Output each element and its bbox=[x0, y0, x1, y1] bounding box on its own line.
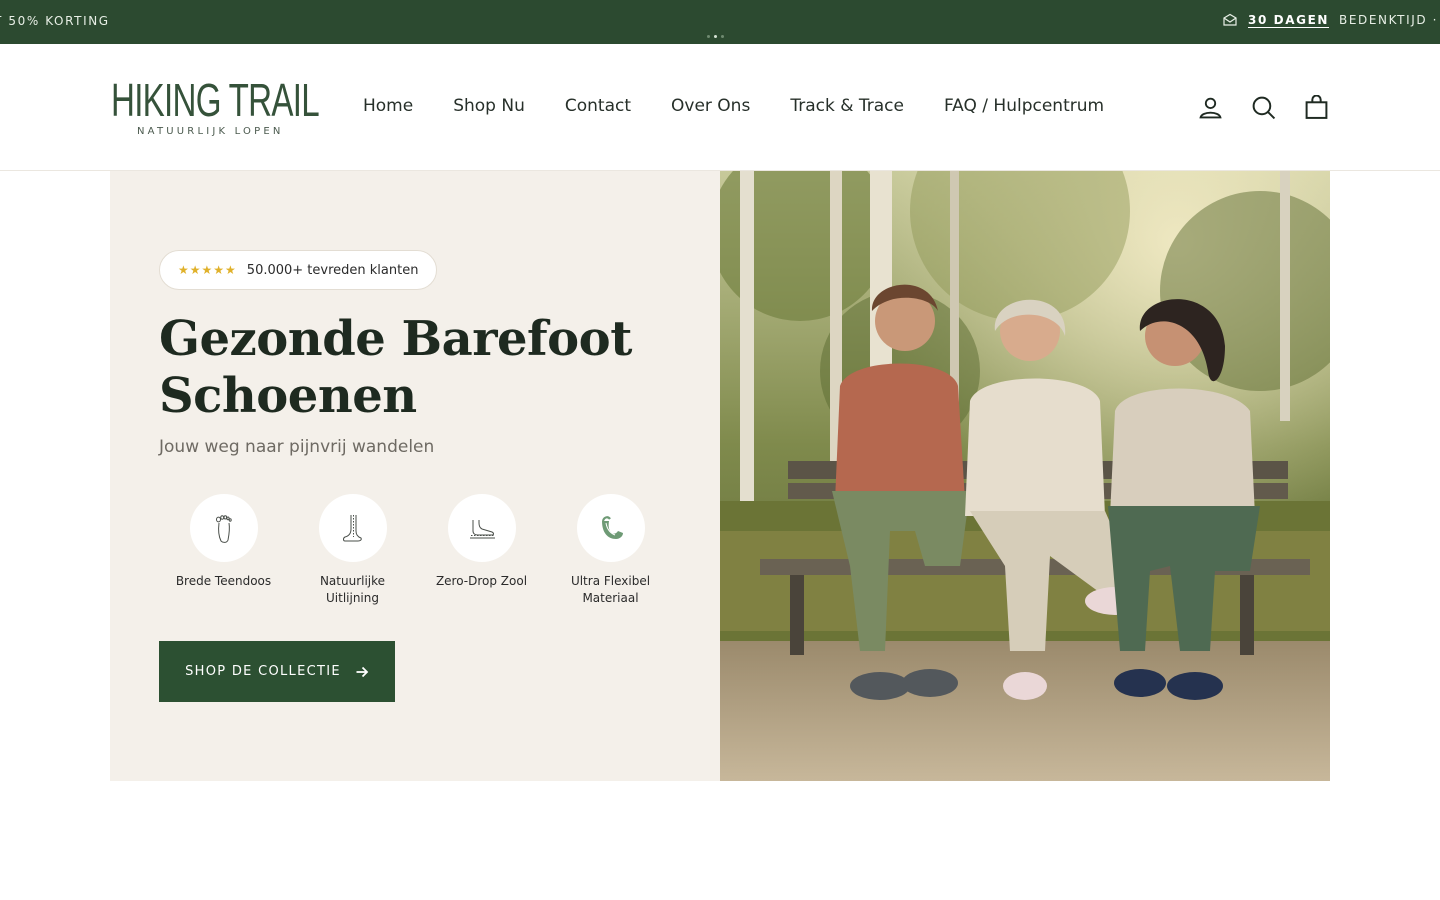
header-icons bbox=[1198, 95, 1329, 120]
feature-label: Brede Teendoos bbox=[175, 574, 272, 588]
announcement-dot-active[interactable] bbox=[714, 35, 717, 38]
review-count-text: 50.000+ tevreden klanten bbox=[246, 262, 419, 278]
hero-image bbox=[720, 171, 1330, 781]
feature-label: Ultra Flexibel Materiaal bbox=[570, 574, 651, 605]
feature-item: Zero-Drop Zool bbox=[417, 494, 546, 607]
site-header: HIKING TRAIL NATUURLIJK LOPEN Home Shop … bbox=[0, 44, 1440, 171]
nav-shop-nu[interactable]: Shop Nu bbox=[453, 96, 525, 116]
announcement-right: 30 DAGEN BEDENKTIJD · M bbox=[1222, 12, 1440, 28]
flexible-material-icon bbox=[601, 516, 623, 539]
nav-contact[interactable]: Contact bbox=[565, 96, 631, 116]
cta-label: SHOP DE COLLECTIE bbox=[185, 664, 341, 679]
announcement-dot[interactable] bbox=[707, 35, 710, 38]
nav-over-ons[interactable]: Over Ons bbox=[671, 96, 750, 116]
announcement-pagination bbox=[707, 35, 724, 38]
search-icon[interactable] bbox=[1251, 95, 1276, 120]
feature-icon-circle bbox=[318, 494, 387, 562]
logo-tagline: NATUURLIJK LOPEN bbox=[137, 126, 284, 137]
feature-item: Brede Teendoos bbox=[159, 494, 288, 607]
feature-icon-circle bbox=[576, 494, 645, 562]
shop-collection-button[interactable]: SHOP DE COLLECTIE bbox=[159, 641, 395, 702]
logo-wordmark: HIKING TRAIL bbox=[111, 74, 320, 126]
announcement-bar: T 50% KORTING 30 DAGEN BEDENKTIJD · M bbox=[0, 0, 1440, 44]
feature-item: Ultra Flexibel Materiaal bbox=[546, 494, 675, 607]
feature-label: Zero-Drop Zool bbox=[435, 574, 528, 588]
wide-toebox-icon bbox=[215, 515, 232, 543]
review-badge: ★★★★★ 50.000+ tevreden klanten bbox=[159, 250, 438, 290]
feature-icon-circle bbox=[189, 494, 258, 562]
nav-home[interactable]: Home bbox=[363, 96, 413, 116]
hero-title: Gezonde Barefoot Schoenen bbox=[159, 311, 632, 424]
feature-item: Natuurlijke Uitlijning bbox=[288, 494, 417, 607]
account-icon[interactable] bbox=[1198, 95, 1223, 120]
announcement-highlight-link[interactable]: 30 DAGEN bbox=[1248, 13, 1329, 27]
feature-icon-circle bbox=[447, 494, 516, 562]
nav-track-trace[interactable]: Track & Trace bbox=[790, 96, 904, 116]
hero-text-panel: ★★★★★ 50.000+ tevreden klanten Gezonde B… bbox=[110, 171, 720, 781]
arrow-right-icon bbox=[356, 666, 369, 677]
hero-photo bbox=[720, 171, 1330, 781]
site-logo[interactable]: HIKING TRAIL NATUURLIJK LOPEN bbox=[111, 74, 320, 140]
announcement-right-text: BEDENKTIJD · M bbox=[1339, 13, 1440, 27]
announcement-left-text: T 50% KORTING bbox=[0, 14, 110, 28]
announcement-dot[interactable] bbox=[721, 35, 724, 38]
hero-subtitle: Jouw weg naar pijnvrij wandelen bbox=[159, 437, 435, 457]
cart-icon[interactable] bbox=[1304, 95, 1329, 120]
nav-faq[interactable]: FAQ / Hulpcentrum bbox=[944, 96, 1104, 116]
main-nav: Home Shop Nu Contact Over Ons Track & Tr… bbox=[363, 96, 1104, 116]
zero-drop-icon bbox=[469, 520, 495, 539]
feature-list: Brede Teendoos Natuurlijke Uitlijning Ze… bbox=[159, 494, 675, 607]
rating-stars: ★★★★★ bbox=[178, 263, 237, 277]
feature-label: Natuurlijke Uitlijning bbox=[319, 574, 386, 605]
natural-alignment-icon bbox=[342, 515, 362, 542]
mail-icon bbox=[1223, 13, 1237, 26]
